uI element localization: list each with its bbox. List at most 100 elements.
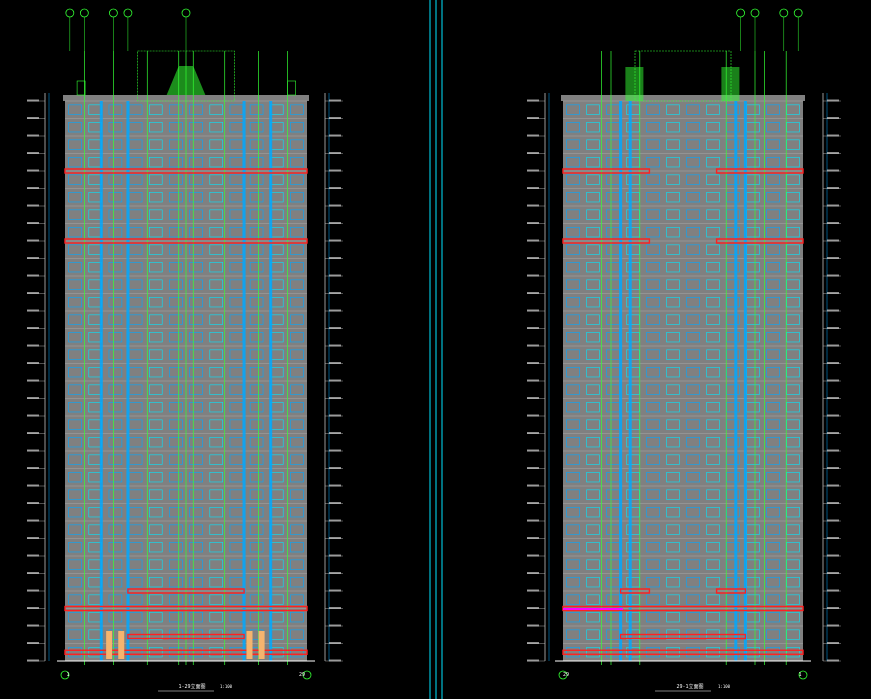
- level-mark: [827, 572, 839, 574]
- level-mark: [27, 379, 39, 382]
- level-mark: [329, 204, 341, 207]
- level-mark: [329, 239, 341, 242]
- level-mark: [527, 152, 539, 154]
- level-mark: [827, 169, 839, 172]
- level-mark: [527, 467, 539, 469]
- level-mark: [27, 187, 39, 189]
- level-mark: [329, 537, 341, 539]
- level-mark: [527, 274, 539, 277]
- level-mark: [827, 554, 839, 557]
- level-mark: [827, 537, 839, 539]
- level-mark: [329, 607, 341, 609]
- left-elevation-caption: 1-29立面图: [178, 683, 205, 690]
- level-mark: [27, 99, 39, 102]
- level-mark: [827, 379, 839, 382]
- level-mark: [329, 292, 341, 294]
- level-mark: [27, 239, 39, 242]
- level-mark: [527, 554, 539, 557]
- facade-strip: [619, 101, 623, 661]
- level-mark: [527, 309, 539, 312]
- level-mark: [329, 414, 341, 417]
- level-mark: [27, 467, 39, 469]
- level-mark: [527, 432, 539, 434]
- level-mark: [27, 327, 39, 329]
- roof-crown: [721, 67, 740, 101]
- level-mark: [329, 659, 341, 662]
- level-mark: [329, 502, 341, 504]
- entrance-door: [258, 631, 265, 659]
- level-mark: [827, 117, 839, 119]
- level-mark: [827, 519, 839, 522]
- level-mark: [827, 397, 839, 399]
- level-mark: [527, 379, 539, 382]
- level-mark: [329, 589, 341, 592]
- level-mark: [329, 169, 341, 172]
- level-mark: [527, 572, 539, 574]
- level-mark: [329, 222, 341, 224]
- level-mark: [827, 607, 839, 609]
- level-mark: [329, 379, 341, 382]
- right-elevation-caption: 29-1立面图: [676, 683, 703, 690]
- level-mark: [329, 554, 341, 557]
- level-mark: [27, 362, 39, 364]
- level-mark: [527, 397, 539, 399]
- level-mark: [27, 502, 39, 504]
- level-mark: [827, 309, 839, 312]
- level-mark: [527, 624, 539, 627]
- level-mark: [329, 449, 341, 452]
- level-mark: [827, 432, 839, 434]
- right-axis-end-label: 1: [798, 672, 801, 678]
- level-mark: [527, 589, 539, 592]
- level-mark: [527, 449, 539, 452]
- level-mark: [527, 344, 539, 347]
- level-mark: [329, 397, 341, 399]
- level-mark: [27, 659, 39, 662]
- left-axis-end-label: 29: [299, 672, 305, 678]
- level-mark: [527, 187, 539, 189]
- level-mark: [827, 414, 839, 417]
- level-mark: [329, 624, 341, 627]
- level-mark: [27, 414, 39, 417]
- level-mark: [527, 117, 539, 119]
- level-mark: [329, 187, 341, 189]
- level-mark: [527, 642, 539, 644]
- level-mark: [827, 642, 839, 644]
- facade-strip: [628, 101, 632, 661]
- level-mark: [329, 257, 341, 259]
- level-mark: [827, 467, 839, 469]
- level-mark: [27, 449, 39, 452]
- level-mark: [329, 484, 341, 487]
- level-mark: [827, 292, 839, 294]
- level-mark: [27, 484, 39, 487]
- level-mark: [827, 484, 839, 487]
- level-mark: [527, 502, 539, 504]
- level-mark: [329, 362, 341, 364]
- level-mark: [527, 607, 539, 609]
- level-mark: [329, 432, 341, 434]
- cad-drawing-canvas: 1 29 1-29立面图 1:100 29 1 29-1立面图 1:100: [0, 0, 871, 699]
- facade-strip: [99, 101, 103, 661]
- level-mark: [527, 222, 539, 224]
- level-mark: [827, 327, 839, 329]
- level-mark: [27, 117, 39, 119]
- level-mark: [827, 362, 839, 364]
- level-mark: [827, 624, 839, 627]
- right-axis-start-label: 29: [563, 672, 569, 678]
- level-mark: [329, 344, 341, 347]
- level-mark: [27, 554, 39, 557]
- level-mark: [527, 327, 539, 329]
- level-mark: [27, 309, 39, 312]
- level-mark: [329, 519, 341, 522]
- level-mark: [527, 257, 539, 259]
- level-mark: [27, 537, 39, 539]
- level-mark: [329, 134, 341, 137]
- level-mark: [827, 239, 839, 242]
- level-mark: [827, 589, 839, 592]
- level-mark: [329, 572, 341, 574]
- level-mark: [527, 239, 539, 242]
- level-mark: [27, 292, 39, 294]
- level-mark: [527, 169, 539, 172]
- roof-crown: [625, 67, 644, 101]
- right-elevation: 29 1 29-1立面图 1:100: [527, 8, 841, 692]
- left-elevation-scale: 1:100: [220, 684, 233, 689]
